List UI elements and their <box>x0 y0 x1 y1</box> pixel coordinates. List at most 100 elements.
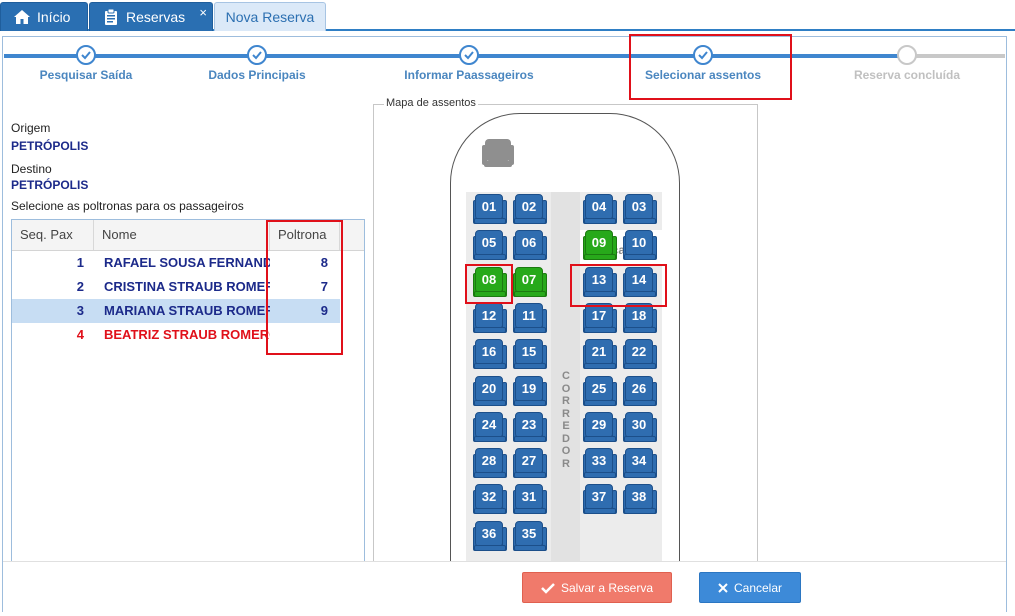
seat-09[interactable]: 09 <box>583 230 617 262</box>
save-button[interactable]: Salvar a Reserva <box>522 572 672 603</box>
seat-27[interactable]: 27 <box>513 448 547 480</box>
seat-number: 21 <box>591 344 607 359</box>
tab-inicio[interactable]: Início <box>0 2 88 31</box>
seat-31[interactable]: 31 <box>513 484 547 516</box>
close-icon[interactable]: × <box>199 5 207 20</box>
cell-seq-pax: 2 <box>76 279 84 294</box>
seat-22[interactable]: 22 <box>623 339 657 371</box>
seat-29[interactable]: 29 <box>583 412 617 444</box>
seat-number: 12 <box>481 308 497 323</box>
seat-19[interactable]: 19 <box>513 376 547 408</box>
seat-05[interactable]: 05 <box>473 230 507 262</box>
tab-reservas-label: Reservas <box>126 9 186 25</box>
aisle-letter: C <box>562 370 570 382</box>
seat-number: 24 <box>481 417 497 432</box>
origem-label: Origem <box>11 121 51 135</box>
seat-number: 10 <box>631 235 647 250</box>
origem-value: PETRÓPOLIS <box>11 139 89 153</box>
seat-34[interactable]: 34 <box>623 448 657 480</box>
tab-nova-reserva[interactable]: Nova Reserva <box>214 2 326 31</box>
step-check-icon <box>459 45 479 65</box>
cancel-button-label: Cancelar <box>733 580 783 595</box>
cell-seq-pax: 1 <box>76 255 84 270</box>
seat-number: 30 <box>631 417 647 432</box>
seat-number: 35 <box>521 526 537 541</box>
seat-02[interactable]: 02 <box>513 194 547 226</box>
header-seq-pax[interactable]: Seq. Pax <box>12 220 94 250</box>
seat-04[interactable]: 04 <box>583 194 617 226</box>
seat-number: 19 <box>521 381 537 396</box>
step-dados-principais[interactable]: Dados Principais <box>208 68 305 82</box>
seat-number: 29 <box>591 417 607 432</box>
cell-nome: CRISTINA STRAUB ROMERO <box>104 279 270 294</box>
seat-37[interactable]: 37 <box>583 484 617 516</box>
seat-01[interactable]: 01 <box>473 194 507 226</box>
tab-inicio-label: Início <box>37 9 71 25</box>
seat-number: 15 <box>521 344 537 359</box>
seat-number: 27 <box>521 453 537 468</box>
step-informar-passageiros[interactable]: Informar Paassageiros <box>404 68 533 82</box>
save-button-label: Salvar a Reserva <box>560 580 654 595</box>
seat-38[interactable]: 38 <box>623 484 657 516</box>
seat-number: 37 <box>591 489 607 504</box>
destino-label: Destino <box>11 162 52 176</box>
cancel-button[interactable]: Cancelar <box>699 572 801 603</box>
seat-number: 34 <box>631 453 647 468</box>
highlight-box <box>629 34 792 100</box>
seat-24[interactable]: 24 <box>473 412 507 444</box>
seat-25[interactable]: 25 <box>583 376 617 408</box>
seat-03[interactable]: 03 <box>623 194 657 226</box>
seat-32[interactable]: 32 <box>473 484 507 516</box>
seat-number: 05 <box>481 235 497 250</box>
seat-36[interactable]: 36 <box>473 521 507 553</box>
seat-33[interactable]: 33 <box>583 448 617 480</box>
seat-10[interactable]: 10 <box>623 230 657 262</box>
seat-17[interactable]: 17 <box>583 303 617 335</box>
seat-11[interactable]: 11 <box>513 303 547 335</box>
seat-28[interactable]: 28 <box>473 448 507 480</box>
seat-number: 25 <box>591 381 607 396</box>
aisle-letter: O <box>561 382 571 395</box>
aisle-letter: R <box>562 395 570 407</box>
aisle-letter: E <box>562 420 570 432</box>
header-nome[interactable]: Nome <box>94 220 270 250</box>
seat-20[interactable]: 20 <box>473 376 507 408</box>
destino-value: PETRÓPOLIS <box>11 178 89 192</box>
aisle-letter: D <box>562 432 570 445</box>
tab-nova-reserva-label: Nova Reserva <box>225 9 315 25</box>
seat-number: 20 <box>481 381 497 396</box>
seat-number: 23 <box>521 417 537 432</box>
highlight-box <box>465 264 513 304</box>
cell-nome: BEATRIZ STRAUB ROMERO <box>104 327 270 342</box>
seat-21[interactable]: 21 <box>583 339 617 371</box>
seat-15[interactable]: 15 <box>513 339 547 371</box>
cell-seq-pax: 4 <box>76 327 84 342</box>
step-reserva-concluida: Reserva concluída <box>853 68 961 82</box>
seat-number: 32 <box>481 489 497 504</box>
seat-12[interactable]: 12 <box>473 303 507 335</box>
seat-06[interactable]: 06 <box>513 230 547 262</box>
driver-seat-icon <box>482 139 514 167</box>
tab-reservas[interactable]: Reservas × <box>89 2 213 31</box>
step-pesquisar-saida[interactable]: Pesquisar Saída <box>40 68 133 82</box>
seat-number: 02 <box>521 199 537 214</box>
aisle-letter: O <box>561 445 571 457</box>
seat-number: 03 <box>631 199 647 214</box>
highlight-box <box>570 264 667 307</box>
seat-23[interactable]: 23 <box>513 412 547 444</box>
cell-nome: MARIANA STRAUB ROMERO <box>104 303 270 318</box>
highlight-box <box>266 220 343 355</box>
seat-26[interactable]: 26 <box>623 376 657 408</box>
close-icon <box>718 582 728 593</box>
clipboard-icon <box>105 8 117 25</box>
seat-number: 09 <box>591 235 607 250</box>
seat-number: 04 <box>591 199 607 214</box>
seat-35[interactable]: 35 <box>513 521 547 553</box>
seat-30[interactable]: 30 <box>623 412 657 444</box>
seat-16[interactable]: 16 <box>473 339 507 371</box>
seat-map-legend: Mapa de assentos <box>384 97 478 109</box>
seat-18[interactable]: 18 <box>623 303 657 335</box>
seat-07[interactable]: 07 <box>513 267 547 299</box>
seat-number: 36 <box>481 526 497 541</box>
seat-number: 33 <box>591 453 607 468</box>
